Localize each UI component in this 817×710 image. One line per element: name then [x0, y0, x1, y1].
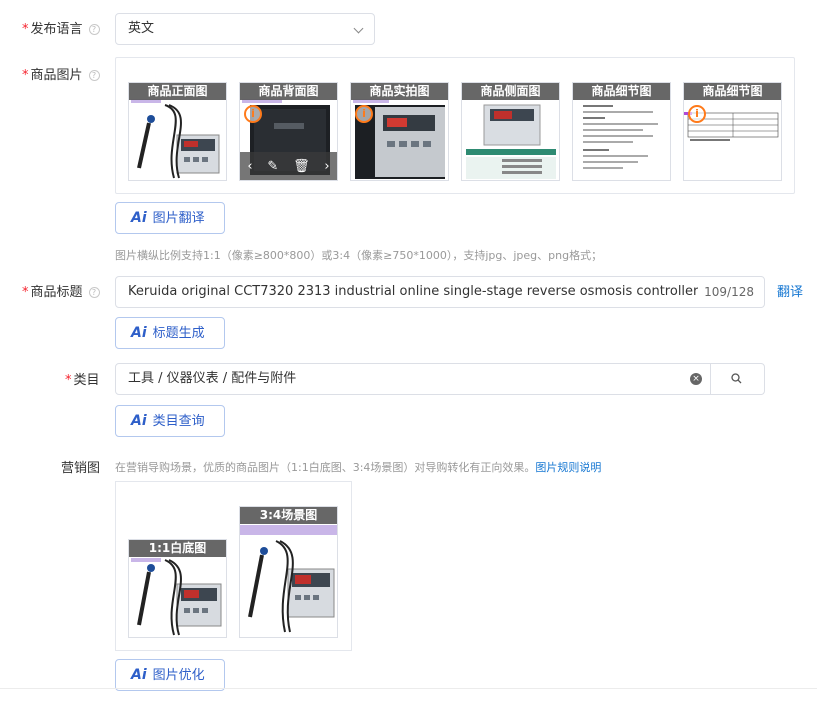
category-query-button[interactable]: Ai 类目查询 [115, 405, 225, 437]
ai-icon: Ai [131, 210, 147, 226]
product-photo [240, 507, 337, 637]
image-caption: 商品细节图 [573, 83, 670, 100]
title-input[interactable]: Keruida original CCT7320 2313 industrial… [115, 276, 765, 308]
image-caption: 3:4场景图 [240, 507, 337, 524]
required-mark: * [22, 285, 29, 300]
product-image-thumb[interactable]: 商品实拍图 i [350, 82, 449, 181]
product-images-panel: 商品正面图 商品背面图 i ‹ ✎ 🗑 › 商品实拍图 i 商品侧面图 商品细节… [115, 57, 795, 194]
divider [0, 688, 817, 689]
image-translate-button[interactable]: Ai 图片翻译 [115, 202, 225, 234]
image-rules-link[interactable]: 图片规则说明 [535, 461, 601, 474]
title-label: * 商品标题? [22, 281, 100, 300]
warning-icon[interactable]: i [355, 105, 373, 123]
edit-icon[interactable]: ✎ [267, 159, 278, 174]
chevron-right-icon[interactable]: › [324, 159, 329, 174]
image-caption: 1:1白底图 [129, 540, 226, 557]
ai-icon: Ai [131, 667, 147, 683]
category-value: 工具 / 仪器仪表 / 配件与附件 [128, 371, 297, 386]
product-image-thumb[interactable]: 商品细节图 i [683, 82, 782, 181]
title-generate-button[interactable]: Ai 标题生成 [115, 317, 225, 349]
product-image-thumb[interactable]: 商品侧面图 [461, 82, 560, 181]
help-icon[interactable]: ? [88, 24, 100, 35]
image-caption: 商品细节图 [684, 83, 781, 100]
help-icon[interactable]: ? [88, 287, 100, 298]
category-search-button[interactable] [710, 364, 764, 394]
search-icon [731, 373, 742, 384]
marketing-hint: 在营销导购场景，优质的商品图片（1:1白底图、3:4场景图）对导购转化有正向效果… [115, 461, 602, 474]
image-actions-bar: ‹ ✎ 🗑 › [240, 152, 337, 180]
help-icon[interactable]: ? [88, 70, 100, 81]
language-select[interactable]: 英文 [115, 13, 375, 45]
image-caption: 商品正面图 [129, 83, 226, 100]
language-label: * 发布语言? [22, 18, 100, 37]
marketing-label: 营销图 [61, 461, 101, 476]
warning-icon[interactable]: i [688, 105, 706, 123]
language-value: 英文 [128, 21, 155, 36]
marketing-image-thumb[interactable]: 1:1白底图 [128, 539, 227, 638]
image-caption: 商品背面图 [240, 83, 337, 100]
clear-icon[interactable]: × [690, 373, 702, 385]
marketing-image-thumb[interactable]: 3:4场景图 [239, 506, 338, 638]
category-input[interactable]: 工具 / 仪器仪表 / 配件与附件 × [115, 363, 765, 395]
product-image-thumb[interactable]: 商品正面图 [128, 82, 227, 181]
product-image-thumb[interactable]: 商品背面图 i ‹ ✎ 🗑 › [239, 82, 338, 181]
ai-icon: Ai [131, 413, 147, 429]
image-format-hint: 图片横纵比例支持1:1（像素≥800*800）或3:4（像素≥750*1000）… [115, 249, 603, 262]
chevron-left-icon[interactable]: ‹ [247, 159, 252, 174]
title-char-count: 109/128 [698, 277, 754, 307]
image-caption: 商品侧面图 [462, 83, 559, 100]
image-caption: 商品实拍图 [351, 83, 448, 100]
chevron-down-icon [353, 23, 364, 34]
product-image-thumb[interactable]: 商品细节图 [572, 82, 671, 181]
required-mark: * [22, 68, 29, 83]
required-mark: * [65, 373, 72, 388]
required-mark: * [22, 22, 29, 37]
delete-icon[interactable]: 🗑 [293, 159, 310, 174]
ai-icon: Ai [131, 325, 147, 341]
images-label: * 商品图片? [22, 64, 100, 83]
title-value: Keruida original CCT7320 2313 industrial… [128, 284, 731, 299]
translate-link[interactable]: 翻译 [777, 281, 803, 300]
product-form: * 发布语言? 英文 * 商品图片? 商品正面图 商品背面图 i ‹ ✎ 🗑 ›… [0, 0, 817, 710]
marketing-images-panel: 1:1白底图 3:4场景图 [115, 481, 352, 651]
category-label: * 类目 [65, 373, 100, 388]
warning-icon[interactable]: i [244, 105, 262, 123]
image-optimize-button[interactable]: Ai 图片优化 [115, 659, 225, 691]
